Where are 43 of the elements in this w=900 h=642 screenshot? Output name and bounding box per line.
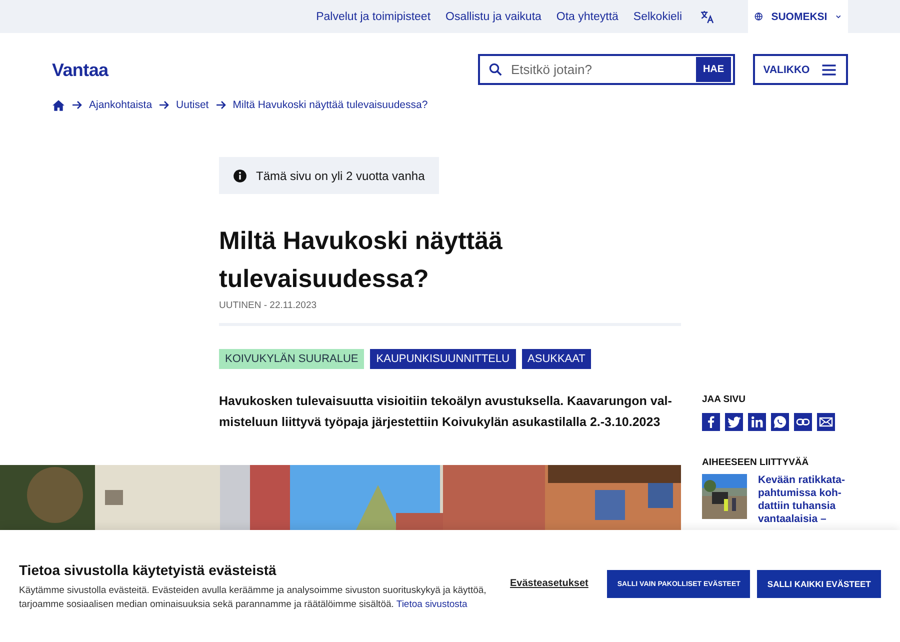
cookie-title: Tietoa sivustolla käytetyistä evästeistä	[19, 562, 278, 578]
arrow-right-icon	[71, 99, 83, 111]
nav-link[interactable]: Ota yhteyttä	[556, 10, 618, 22]
article-title: Miltä Havukoski näyttää tulevaisuudessa?	[219, 226, 504, 295]
section-heading: AIHEESEEN LIITTYVÄÄ	[702, 457, 810, 468]
share-button[interactable]	[702, 413, 720, 431]
tag-link[interactable]: KAUPUNKISUUNNITTELU	[370, 349, 516, 369]
tag-link[interactable]: KOIVUKYLÄN SUURALUE	[219, 349, 364, 369]
nav-link[interactable]: Osallistu ja vaikuta	[446, 10, 542, 22]
nav-link[interactable]: Palvelut ja toimipisteet	[316, 10, 431, 22]
bird-icon	[726, 414, 742, 430]
search-icon	[488, 62, 503, 77]
linkedin-icon	[749, 414, 765, 430]
breadcrumb-link[interactable]: Ajankohtaista	[89, 99, 152, 111]
breadcrumb-link[interactable]: Uutiset	[176, 99, 209, 111]
search-button[interactable]: HAE	[696, 57, 731, 82]
share-button[interactable]	[725, 413, 743, 431]
section-heading: JAA SIVU	[702, 394, 746, 405]
nav-link[interactable]: Selkokieli	[633, 10, 682, 22]
menu-button[interactable]: VALIKKO	[753, 54, 848, 85]
cookie-text: Käytämme sivustolla evästeitä. Evästeiden avulla keräämme ja analysoimme sivuston suorituskykyä ja käyttöä, tarjoamme sosiaalisen median ominaisuuksia sekä parannamme ja räätälöimme sisältöä. Tietoa sivustosta	[19, 584, 488, 612]
search-field[interactable]: Etsitkö jotain? HAE	[478, 54, 735, 85]
related-article-link[interactable]: Kevään ratikkata-pahtumissa koh-dattiin tuhansia vantaalaisia –	[758, 474, 848, 526]
info-icon	[233, 168, 247, 182]
notice-text: Tämä sivu on yli 2 vuotta vanha	[256, 168, 425, 182]
info-link[interactable]: Tietoa sivustosta	[396, 599, 468, 610]
cookie-settings-link[interactable]: Evästeasetukset	[510, 578, 588, 589]
share-button[interactable]	[817, 413, 835, 431]
home-icon	[52, 98, 65, 112]
share-button[interactable]	[794, 413, 812, 431]
language-button[interactable]: SUOMEKSI	[748, 0, 848, 33]
tag-link[interactable]: ASUKKAAT	[522, 349, 592, 369]
share-button[interactable]	[748, 413, 766, 431]
logo[interactable]: Vantaa	[52, 60, 108, 81]
cookie-button[interactable]: SALLI KAIKKI EVÄSTEET	[757, 570, 881, 598]
arrow-right-icon	[158, 99, 170, 111]
share-button[interactable]	[771, 413, 789, 431]
article-meta: UUTINEN - 22.11.2023	[219, 300, 318, 311]
lead-paragraph: Havukosken tulevaisuutta visioitiin tekoälyn avustuksella. Kaavarungon val-misteluun liittyvä työpaja järjestettiin Koivukylän asukastilalla 2.-3.10.2023	[219, 393, 673, 431]
translate-icon	[699, 8, 715, 24]
breadcrumb-link[interactable]: Miltä Havukoski näyttää tulevaisuudessa?	[232, 99, 428, 111]
chat-bubble-icon	[772, 414, 788, 430]
arrow-right-icon	[214, 99, 227, 111]
